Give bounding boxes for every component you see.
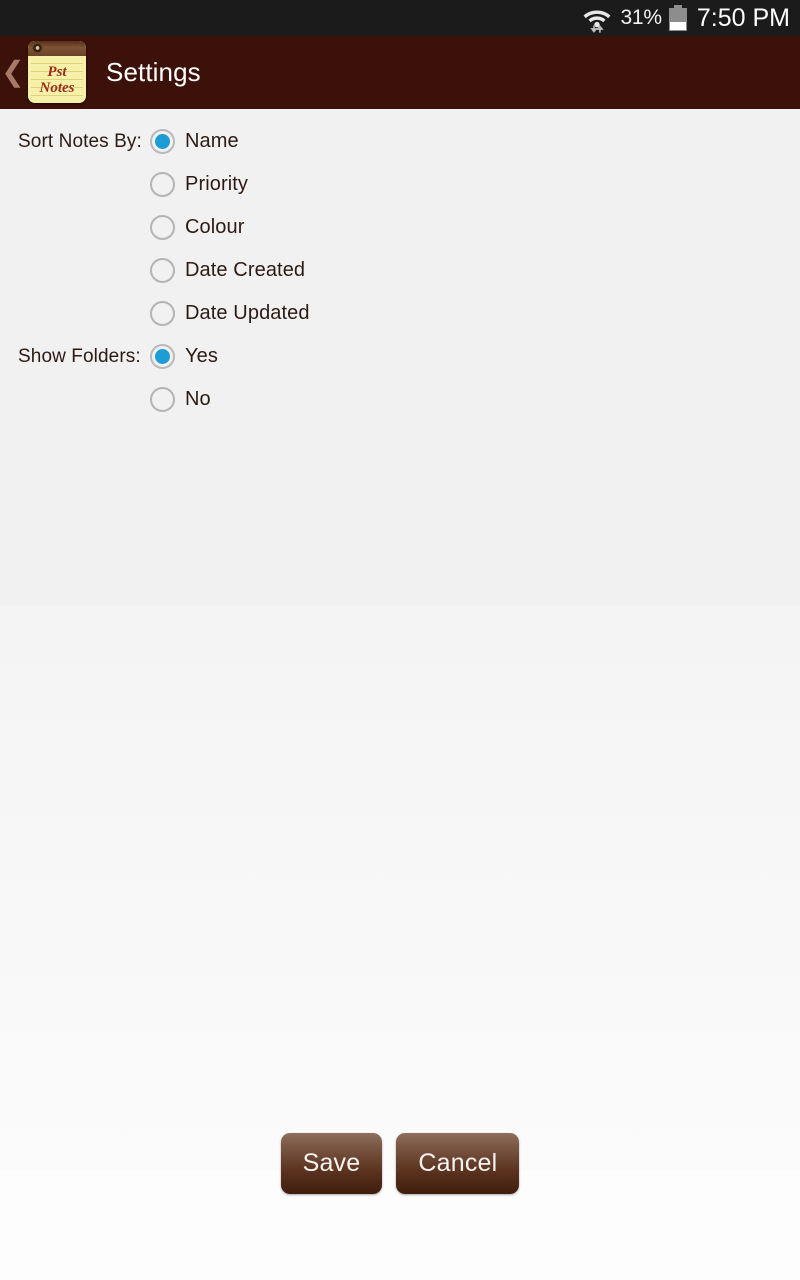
radio-button-no[interactable] <box>150 387 175 412</box>
chevron-left-icon[interactable]: ❮ <box>0 36 26 109</box>
radio-row-name[interactable]: Name <box>0 120 800 163</box>
radio-slot-date-created[interactable] <box>150 249 175 292</box>
radio-label-date-created: Date Created <box>185 259 306 281</box>
radio-label-colour: Colour <box>185 216 245 238</box>
radio-slot-colour[interactable] <box>150 206 175 249</box>
app-screen: 31% 7:50 PM ❮ Pst Notes Settings Sort No… <box>0 0 800 1280</box>
radio-label-no: No <box>185 388 211 410</box>
radio-row-yes[interactable]: Yes <box>0 335 800 378</box>
radio-button-date-updated[interactable] <box>150 301 175 326</box>
battery-percent-label: 31% <box>620 6 662 29</box>
save-button[interactable]: Save <box>280 1133 383 1194</box>
radio-button-colour[interactable] <box>150 215 175 240</box>
cancel-button[interactable]: Cancel <box>396 1133 520 1194</box>
radio-slot-no[interactable] <box>150 378 175 421</box>
radio-label-name: Name <box>185 130 239 152</box>
notepad-spiral-icon <box>32 43 43 54</box>
radio-button-yes[interactable] <box>150 344 175 369</box>
radio-slot-priority[interactable] <box>150 163 175 206</box>
app-icon-label: Pst Notes <box>28 56 86 103</box>
radio-button-date-created[interactable] <box>150 258 175 283</box>
app-icon-label-line1: Pst <box>47 63 67 80</box>
radio-row-no[interactable]: No <box>0 378 800 421</box>
page-title: Settings <box>106 57 201 87</box>
setting-group-show-folders: Show Folders: Yes No <box>0 335 800 421</box>
clock-label: 7:50 PM <box>696 4 790 32</box>
radio-row-date-updated[interactable]: Date Updated <box>0 292 800 335</box>
pst-notes-app-icon[interactable]: Pst Notes <box>28 41 86 103</box>
radio-row-priority[interactable]: Priority <box>0 163 800 206</box>
status-icons-cluster: 31% 7:50 PM <box>581 3 790 33</box>
radio-slot-yes[interactable] <box>150 335 175 378</box>
radio-label-yes: Yes <box>185 345 218 367</box>
radio-label-priority: Priority <box>185 173 249 195</box>
action-bar: ❮ Pst Notes Settings <box>0 36 800 109</box>
android-status-bar: 31% 7:50 PM <box>0 0 800 36</box>
radio-button-priority[interactable] <box>150 172 175 197</box>
app-icon-label-line2: Notes <box>39 79 75 96</box>
settings-panel-filler <box>0 605 800 1170</box>
wifi-icon <box>581 3 613 33</box>
radio-slot-name[interactable] <box>150 120 175 163</box>
radio-row-colour[interactable]: Colour <box>0 206 800 249</box>
radio-slot-date-updated[interactable] <box>150 292 175 335</box>
radio-label-date-updated: Date Updated <box>185 302 310 324</box>
setting-group-sort-notes-by: Sort Notes By: Name Priority Colour Date… <box>0 120 800 335</box>
footer-button-bar: Save Cancel <box>0 1133 800 1194</box>
radio-row-date-created[interactable]: Date Created <box>0 249 800 292</box>
radio-button-name[interactable] <box>150 129 175 154</box>
battery-icon <box>668 5 687 31</box>
